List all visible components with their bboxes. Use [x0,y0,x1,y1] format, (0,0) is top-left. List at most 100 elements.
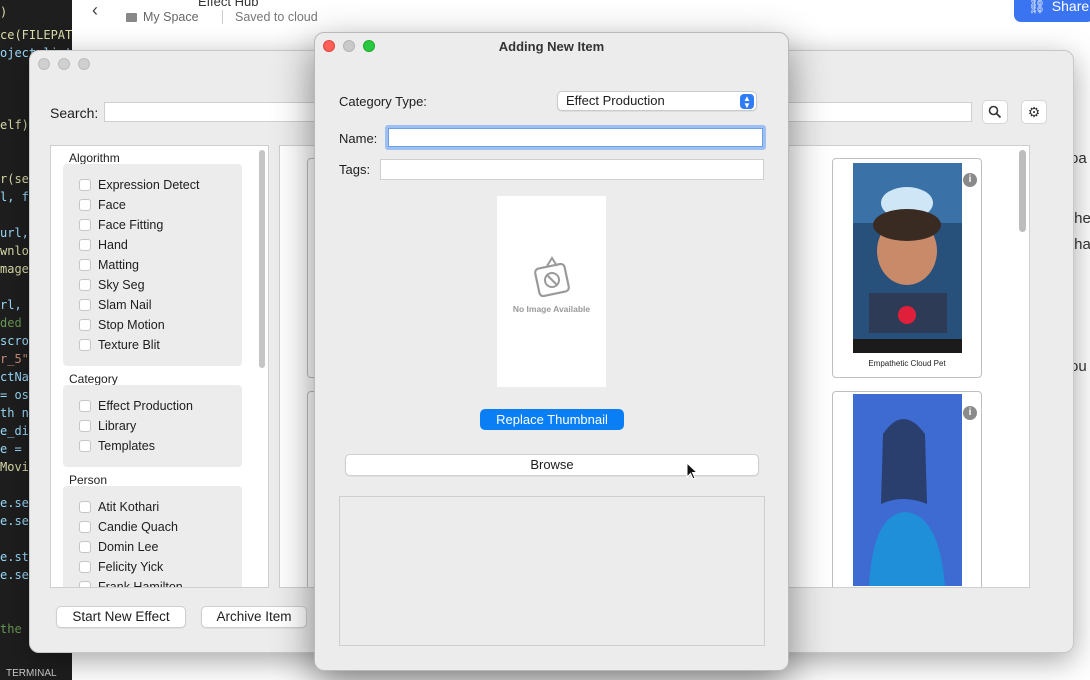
filter-panel[interactable]: Algorithm Expression Detect Face Face Fi… [50,145,269,588]
archive-item-button[interactable]: Archive Item [201,606,307,628]
checkbox[interactable] [79,521,91,533]
search-icon [988,105,1002,119]
minimize-dot[interactable] [58,58,70,70]
filter-option-label: Hand [98,238,128,252]
filter-option-label: Candie Quach [98,520,178,534]
saved-status: Saved to cloud [222,10,318,24]
checkbox[interactable] [79,199,91,211]
breadcrumb-label: My Space [143,10,199,24]
filter-option-label: Domin Lee [98,540,159,554]
filter-option[interactable]: Expression Detect [79,178,199,192]
grid-scrollbar[interactable] [1019,150,1026,232]
filter-option[interactable]: Slam Nail [79,298,152,312]
window-controls [38,58,90,70]
effect-card[interactable]: i [832,391,982,587]
filter-option-label: Atit Kothari [98,500,160,514]
checkbox[interactable] [79,319,91,331]
effect-thumbnail [853,163,962,353]
link-icon: ⛓ [1028,0,1046,14]
code-line: elf) [0,118,29,132]
adding-new-item-dialog: Adding New Item Category Type: Effect Pr… [314,32,789,671]
filter-option[interactable]: Face [79,198,126,212]
no-image-icon [534,256,570,298]
start-new-effect-button[interactable]: Start New Effect [56,606,186,628]
checkbox[interactable] [79,259,91,271]
filter-option[interactable]: Library [79,419,136,433]
mouse-cursor-icon [686,462,698,480]
filter-option[interactable]: Face Fitting [79,218,163,232]
code-line: the [0,622,22,636]
filter-scrollbar[interactable] [259,150,265,368]
chevron-up-down-icon: ▲ ▼ [740,94,754,109]
filter-option-label: Felicity Yick [98,560,164,574]
dialog-title: Adding New Item [498,39,605,54]
filter-option[interactable]: Sky Seg [79,278,145,292]
effect-card[interactable]: i Empathetic Cloud Pet [832,158,982,378]
checkbox[interactable] [79,541,91,553]
checkbox[interactable] [79,501,91,513]
filter-group-title: Category [69,372,118,386]
name-input[interactable] [385,125,766,150]
code-line: ) [0,5,8,19]
zoom-dot[interactable] [78,58,90,70]
tags-input[interactable] [380,159,764,180]
description-textarea[interactable] [339,496,765,646]
checkbox[interactable] [79,179,91,191]
search-button[interactable] [982,100,1008,124]
code-line: ce(FILEPATH [0,28,72,42]
filter-option[interactable]: Domin Lee [79,540,158,554]
checkbox[interactable] [79,420,91,432]
code-line: url, [0,226,29,240]
filter-option[interactable]: Candie Quach [79,520,178,534]
filter-option[interactable]: Matting [79,258,139,272]
checkbox[interactable] [79,279,91,291]
category-type-select[interactable]: Effect Production ▲ ▼ [557,91,757,111]
filter-option-label: Matting [98,258,139,272]
share-label: Share [1051,0,1090,14]
filter-group-title: Algorithm [69,151,120,165]
replace-thumbnail-button[interactable]: Replace Thumbnail [480,409,624,430]
filter-option-label: Library [98,419,137,433]
dialog-titlebar[interactable]: Adding New Item [315,33,788,61]
code-line: r_5" [0,352,29,366]
checkbox[interactable] [79,581,91,587]
filter-option[interactable]: Effect Production [79,399,193,413]
name-label: Name: [339,131,378,146]
gear-icon: ⚙ [1027,104,1041,120]
no-image-text: No Image Available [512,304,591,314]
checkbox[interactable] [79,400,91,412]
filter-option-label: Stop Motion [98,318,165,332]
effect-thumbnail [853,394,962,586]
info-icon[interactable]: i [963,406,977,420]
terminal-tab-label[interactable]: TERMINAL [6,668,57,679]
checkbox[interactable] [79,239,91,251]
filter-option[interactable]: Stop Motion [79,318,165,332]
folder-icon [126,12,137,22]
filter-option[interactable]: Templates [79,439,155,453]
filter-option-label: Face Fitting [98,218,164,232]
checkbox[interactable] [79,561,91,573]
filter-option[interactable]: Atit Kothari [79,500,159,514]
thumbnail-preview: No Image Available [497,196,606,387]
checkbox[interactable] [79,440,91,452]
filter-option[interactable]: Felicity Yick [79,560,163,574]
filter-option[interactable]: Texture Blit [79,338,160,352]
filter-option-label: Slam Nail [98,298,152,312]
info-icon[interactable]: i [963,173,977,187]
tags-label: Tags: [339,162,371,177]
checkbox[interactable] [79,339,91,351]
card-caption: Empathetic Cloud Pet [868,359,946,368]
back-arrow-icon[interactable]: ‹ [92,0,98,21]
close-dot[interactable] [38,58,50,70]
filter-option-label: Expression Detect [98,178,200,192]
filter-option-label: Effect Production [98,399,193,413]
checkbox[interactable] [79,219,91,231]
filter-option[interactable]: Frank Hamilton [79,580,183,587]
category-type-value: Effect Production [566,93,665,108]
filter-option[interactable]: Hand [79,238,128,252]
checkbox[interactable] [79,299,91,311]
breadcrumb[interactable]: My Space [126,10,199,24]
settings-button[interactable]: ⚙ [1021,100,1047,124]
share-button[interactable]: ⛓ Share [1014,0,1090,22]
filter-option-label: Face [98,198,126,212]
